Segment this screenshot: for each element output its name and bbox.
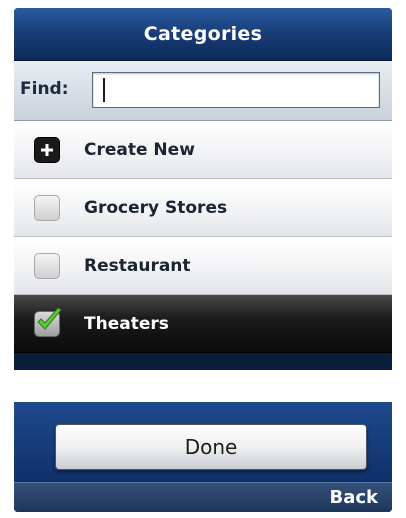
list-item-label: Theaters (84, 313, 169, 334)
find-input[interactable] (92, 72, 380, 108)
list-item-label: Create New (84, 139, 195, 160)
title-bar: Categories (14, 8, 392, 61)
page-title: Categories (143, 23, 263, 45)
done-button[interactable]: Done (55, 424, 367, 470)
checkmark-icon (37, 306, 62, 330)
checkbox-icon[interactable] (34, 194, 60, 221)
bottom-area: Done Back (14, 402, 392, 512)
list-item-label: Grocery Stores (84, 197, 228, 218)
list-item-create-new[interactable]: Create New (14, 121, 392, 179)
category-list: Create New Grocery Stores Restaurant The… (14, 121, 392, 353)
list-item-theaters[interactable]: Theaters (14, 295, 392, 353)
phone-screen: Categories Find: Create New Grocery Stor… (14, 8, 392, 512)
list-item-label: Restaurant (84, 255, 191, 276)
list-empty-space (14, 370, 392, 402)
checkbox-icon[interactable] (34, 306, 62, 337)
find-label: Find: (20, 79, 69, 99)
list-item-restaurant[interactable]: Restaurant (14, 237, 392, 295)
softkey-bar: Back (14, 482, 392, 512)
back-softkey[interactable]: Back (329, 487, 378, 508)
plus-icon (34, 136, 60, 163)
checkbox-icon[interactable] (34, 252, 60, 279)
list-item-grocery-stores[interactable]: Grocery Stores (14, 179, 392, 237)
text-cursor (103, 78, 105, 102)
find-bar: Find: (14, 61, 392, 121)
